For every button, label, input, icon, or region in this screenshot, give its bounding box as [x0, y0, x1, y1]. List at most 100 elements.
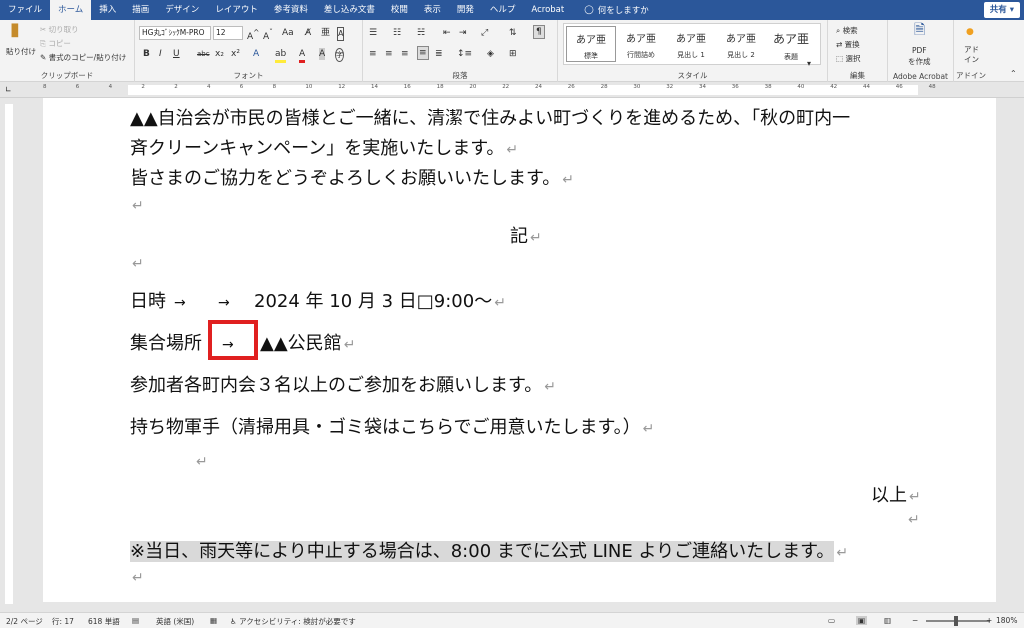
- borders-icon[interactable]: ⊞: [509, 48, 517, 60]
- style-heading1[interactable]: あア亜 見出し 1: [666, 26, 716, 62]
- justify-icon[interactable]: ≡: [417, 46, 429, 60]
- tab-mailings[interactable]: 差し込み文書: [316, 0, 383, 20]
- tab-insert[interactable]: 挿入: [91, 0, 124, 20]
- style-no-spacing[interactable]: あア亜 行間詰め: [616, 26, 666, 62]
- char-border-icon[interactable]: A: [337, 27, 345, 41]
- clear-format-icon[interactable]: A̸: [305, 27, 311, 39]
- text-effects-icon[interactable]: A: [253, 48, 259, 60]
- zoom-level[interactable]: 180%: [996, 616, 1017, 625]
- shrink-font-icon[interactable]: Aˇ: [263, 27, 273, 43]
- doc-line-1[interactable]: ▲▲自治会が市民の皆様とご一緒に、清潔で住みよい町づくりを進めるため、「秋の町内…: [130, 104, 850, 130]
- underline-icon[interactable]: U: [173, 48, 180, 60]
- empty-line[interactable]: ↵: [906, 508, 920, 529]
- participants-line[interactable]: 参加者各町内会３名以上のご参加をお願いします。 ↵: [130, 371, 556, 397]
- format-painter-button[interactable]: ✎ 書式のコピー/貼り付け: [40, 52, 126, 63]
- create-pdf-line1[interactable]: PDF: [912, 46, 927, 55]
- tab-selector-icon[interactable]: ∟: [5, 84, 12, 96]
- belongings-line[interactable]: 持ち物軍手（清掃用具・ゴミ袋はこちらでご用意いたします。） ↵: [130, 413, 654, 439]
- decrease-indent-icon[interactable]: ⇤: [443, 27, 451, 39]
- bold-icon[interactable]: B: [143, 48, 150, 60]
- read-mode-icon[interactable]: ▭: [828, 616, 835, 625]
- italic-icon[interactable]: I: [159, 48, 162, 60]
- page-count[interactable]: 2/2 ページ: [6, 616, 43, 627]
- tab-acrobat[interactable]: Acrobat: [523, 0, 572, 20]
- horizontal-ruler[interactable]: ∟ 8 6 4 2 2 4 6 8 10 12 14 16 18 20 22 24 26 28 30 32 34 36 38…: [0, 82, 1024, 98]
- align-left-icon[interactable]: ≡: [369, 48, 377, 60]
- cut-button[interactable]: ✂ 切り取り: [40, 24, 79, 35]
- tab-view[interactable]: 表示: [416, 0, 449, 20]
- styles-more-icon[interactable]: ▾: [807, 58, 811, 70]
- addins-icon[interactable]: ●: [966, 26, 974, 38]
- note-line[interactable]: ※当日、雨天等により中止する場合は、8:00 までに公式 LINE よりご連絡い…: [130, 537, 848, 563]
- select-button[interactable]: ⬚ 選択: [836, 53, 860, 64]
- paste-icon[interactable]: ▮: [10, 21, 20, 39]
- zoom-out-icon[interactable]: −: [912, 616, 918, 625]
- line-spacing-icon[interactable]: ↕≡: [457, 48, 472, 60]
- word-count[interactable]: 618 単語: [88, 616, 120, 627]
- tab-home[interactable]: ホーム: [50, 0, 92, 20]
- find-button[interactable]: ⌕ 検索: [836, 25, 858, 36]
- empty-line[interactable]: ↵: [130, 194, 144, 215]
- highlight-icon[interactable]: ab: [275, 48, 287, 63]
- char-shading-icon[interactable]: A: [319, 48, 326, 60]
- vertical-ruler[interactable]: [0, 98, 18, 612]
- collapse-ribbon-icon[interactable]: ⌃: [1010, 68, 1017, 80]
- date-line[interactable]: 日時 → → 2024 年 10 月 3 日□9:00～ ↵: [130, 287, 506, 313]
- zoom-slider-thumb[interactable]: [954, 616, 958, 626]
- proofing-icon[interactable]: ▤: [132, 616, 139, 625]
- web-layout-icon[interactable]: ▥: [884, 616, 891, 625]
- copy-button[interactable]: ⎘ コピー: [40, 38, 71, 49]
- superscript-icon[interactable]: x²: [231, 48, 240, 60]
- phonetic-guide-icon[interactable]: 亜: [321, 27, 330, 39]
- sort-icon[interactable]: ⇅: [509, 27, 517, 39]
- tab-review[interactable]: 校閲: [383, 0, 416, 20]
- tab-design[interactable]: デザイン: [157, 0, 207, 20]
- strikethrough-icon[interactable]: abc: [197, 48, 210, 60]
- doc-line-3[interactable]: 皆さまのご協力をどうぞよろしくお願いいたします。 ↵: [130, 164, 574, 190]
- tab-file[interactable]: ファイル: [0, 0, 50, 20]
- style-normal[interactable]: あア亜 標準: [566, 26, 616, 62]
- doc-line-2[interactable]: 斉クリーンキャンペーン」を実施いたします。 ↵: [130, 134, 518, 160]
- style-heading2[interactable]: あア亜 見出し 2: [716, 26, 766, 62]
- grow-font-icon[interactable]: A^: [247, 27, 259, 43]
- language[interactable]: 英語 (米国): [156, 616, 194, 627]
- numbering-icon[interactable]: ☷: [393, 27, 401, 39]
- distributed-icon[interactable]: ≣: [435, 48, 443, 60]
- share-button[interactable]: 共有 ▾: [983, 2, 1020, 18]
- asian-layout-icon[interactable]: ⤢: [481, 27, 488, 39]
- tab-layout[interactable]: レイアウト: [207, 0, 266, 20]
- style-title[interactable]: あア亜 表題: [766, 26, 816, 62]
- show-marks-icon[interactable]: ¶: [533, 25, 545, 39]
- tab-help[interactable]: ヘルプ: [482, 0, 524, 20]
- tab-draw[interactable]: 描画: [124, 0, 157, 20]
- line-number[interactable]: 行: 17: [52, 616, 74, 627]
- ijo-line[interactable]: 以上 ↵: [871, 481, 921, 507]
- subscript-icon[interactable]: x₂: [215, 48, 224, 60]
- enclose-char-icon[interactable]: 字: [335, 48, 344, 62]
- align-center-icon[interactable]: ≡: [385, 48, 393, 60]
- empty-line[interactable]: ↵: [194, 450, 208, 471]
- multilevel-list-icon[interactable]: ☵: [417, 27, 425, 39]
- change-case-button[interactable]: Aa: [282, 27, 294, 39]
- empty-line[interactable]: ↵: [130, 566, 144, 587]
- paste-button[interactable]: 貼り付け: [6, 46, 36, 57]
- print-layout-icon[interactable]: ▣: [856, 616, 868, 625]
- bullets-icon[interactable]: ☰: [369, 27, 377, 39]
- font-size-select[interactable]: 12: [213, 26, 243, 40]
- pdf-icon[interactable]: 🗎: [914, 23, 925, 37]
- macro-icon[interactable]: ▦: [210, 616, 217, 625]
- font-color-icon[interactable]: A: [299, 48, 306, 63]
- align-right-icon[interactable]: ≡: [401, 48, 409, 60]
- tell-me-box[interactable]: ◯ 何をしますか: [584, 4, 649, 16]
- empty-line[interactable]: ↵: [130, 252, 144, 273]
- create-pdf-line2[interactable]: を作成: [908, 56, 931, 67]
- accessibility-status[interactable]: ♿ アクセシビリティ: 検討が必要です: [230, 616, 356, 627]
- shading-icon[interactable]: ◈: [487, 48, 494, 60]
- zoom-slider[interactable]: [926, 620, 990, 622]
- addins-line2[interactable]: イン: [964, 54, 979, 65]
- font-name-select[interactable]: HG丸ｺﾞｼｯｸM-PRO: [139, 26, 211, 40]
- tab-developer[interactable]: 開発: [449, 0, 482, 20]
- ki-line[interactable]: 記 ↵: [510, 222, 542, 248]
- tab-references[interactable]: 参考資料: [266, 0, 316, 20]
- increase-indent-icon[interactable]: ⇥: [459, 27, 467, 39]
